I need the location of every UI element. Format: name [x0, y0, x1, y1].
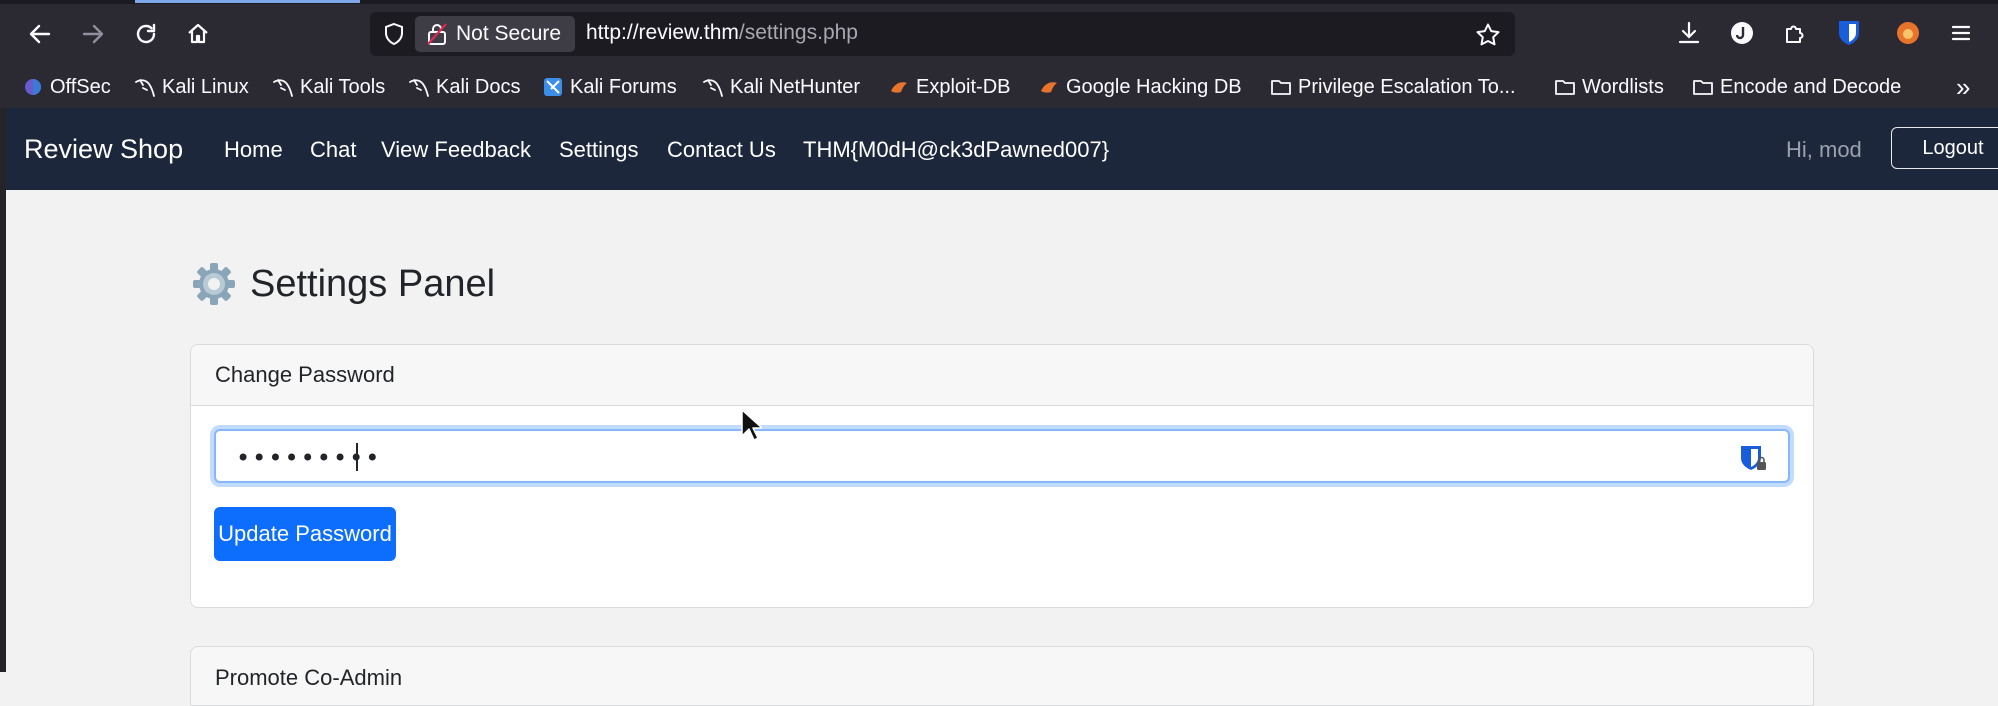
reload-button[interactable]: [128, 16, 164, 52]
menu-icon[interactable]: [1948, 20, 1974, 46]
back-button[interactable]: [22, 16, 58, 52]
url-host: http://review.thm: [586, 21, 739, 44]
nav-link-home[interactable]: Home: [224, 137, 283, 163]
bookmark-label: Wordlists: [1582, 75, 1664, 98]
bookmark-star-icon[interactable]: [1475, 22, 1501, 48]
page-title: Settings Panel: [190, 260, 495, 308]
mouse-pointer-icon: [741, 409, 762, 441]
foxyproxy-icon[interactable]: [1895, 20, 1921, 46]
extensions-puzzle-icon[interactable]: [1782, 20, 1808, 46]
bookmark-folder-wordlists[interactable]: Wordlists: [1554, 72, 1664, 102]
password-field[interactable]: •••••••••: [214, 429, 1790, 483]
change-password-card: Change Password ••••••••• Update Passwor…: [190, 344, 1814, 608]
home-button[interactable]: [180, 16, 216, 52]
bookmark-label: Kali NetHunter: [730, 75, 861, 98]
bookmark-kali-nethunter[interactable]: Kali NetHunter: [702, 72, 860, 102]
bookmark-label: Kali Linux: [162, 75, 249, 98]
active-tab-indicator: [135, 0, 360, 3]
bookmark-folder-privilege-escalation[interactable]: Privilege Escalation To...: [1270, 72, 1516, 102]
nav-link-contact-us[interactable]: Contact Us: [667, 137, 776, 163]
nav-link-chat[interactable]: Chat: [310, 137, 356, 163]
bitwarden-autofill-icon[interactable]: [1738, 443, 1768, 473]
nav-link-flag[interactable]: THM{M0dH@ck3dPawned007}: [803, 137, 1109, 163]
user-greeting: Hi, mod: [1786, 137, 1862, 162]
url-path: /settings.php: [738, 21, 858, 44]
password-value: •••••••••: [236, 444, 382, 472]
folder-icon: [1692, 76, 1714, 98]
bookmark-kali-docs[interactable]: Kali Docs: [408, 72, 520, 102]
bitwarden-icon[interactable]: [1835, 18, 1863, 48]
kali-dragon-icon: [408, 76, 430, 98]
reload-icon: [136, 23, 156, 44]
bookmark-google-hacking-db[interactable]: Google Hacking DB: [1038, 72, 1242, 102]
page-title-text: Settings Panel: [250, 262, 496, 305]
update-password-button[interactable]: Update Password: [214, 507, 396, 561]
bookmarks-overflow-button[interactable]: »: [1956, 72, 1970, 102]
bookmark-offsec[interactable]: OffSec: [22, 72, 111, 102]
logout-button[interactable]: Logout: [1891, 127, 1998, 169]
bookmark-label: Kali Tools: [300, 75, 386, 98]
folder-icon: [1554, 76, 1576, 98]
site-navbar: Review Shop Home Chat View Feedback Sett…: [6, 108, 1998, 190]
home-icon: [188, 23, 208, 44]
bookmark-label: Google Hacking DB: [1066, 75, 1242, 98]
card-header: Promote Co-Admin: [215, 665, 403, 690]
bookmark-kali-forums[interactable]: Kali Forums: [542, 72, 677, 102]
bookmarks-toolbar: OffSec Kali Linux Kali Tools Kali Docs K…: [0, 66, 1998, 108]
kali-dragon-icon: [134, 76, 156, 98]
card-header: Change Password: [191, 345, 1813, 406]
forward-button[interactable]: [75, 16, 111, 52]
bookmark-label: Kali Docs: [436, 75, 521, 98]
bookmark-exploit-db[interactable]: Exploit-DB: [888, 72, 1010, 102]
nav-link-view-feedback[interactable]: View Feedback: [381, 137, 531, 163]
account-icon[interactable]: [1729, 20, 1755, 46]
kali-dragon-icon: [702, 76, 724, 98]
gear-icon: [193, 263, 235, 305]
arrow-left-icon: [29, 24, 51, 44]
bookmark-label: Encode and Decode: [1720, 75, 1902, 98]
bookmark-label: Exploit-DB: [916, 75, 1011, 98]
brand-link[interactable]: Review Shop: [24, 134, 183, 165]
promote-co-admin-card: Promote Co-Admin: [190, 646, 1814, 706]
url-bar[interactable]: Not Secure http://review.thm/settings.ph…: [370, 12, 1515, 56]
url-text[interactable]: http://review.thm/settings.php: [586, 21, 858, 45]
kali-dragon-icon: [272, 76, 294, 98]
bookmark-label: OffSec: [50, 75, 111, 98]
bookmark-label: Kali Forums: [570, 75, 677, 98]
bookmark-folder-encode-decode[interactable]: Encode and Decode: [1692, 72, 1901, 102]
downloads-icon[interactable]: [1676, 20, 1702, 46]
insecure-lock-icon: [427, 23, 447, 45]
nav-link-settings[interactable]: Settings: [559, 137, 639, 163]
page-content: Settings Panel Change Password •••••••••…: [6, 190, 1998, 706]
browser-chrome: Not Secure http://review.thm/settings.ph…: [0, 0, 1998, 108]
not-secure-label: Not Secure: [456, 22, 562, 45]
tracking-shield-icon[interactable]: [382, 22, 406, 46]
exploitdb-icon: [888, 76, 910, 98]
folder-icon: [1270, 76, 1292, 98]
text-caret: [356, 443, 358, 471]
bookmark-kali-linux[interactable]: Kali Linux: [134, 72, 249, 102]
exploitdb-icon: [1038, 76, 1060, 98]
bookmark-label: Privilege Escalation To...: [1298, 75, 1516, 98]
bookmark-kali-tools[interactable]: Kali Tools: [272, 72, 385, 102]
arrow-right-icon: [82, 24, 104, 44]
kali-forums-icon: [542, 76, 564, 98]
offsec-icon: [22, 76, 44, 98]
